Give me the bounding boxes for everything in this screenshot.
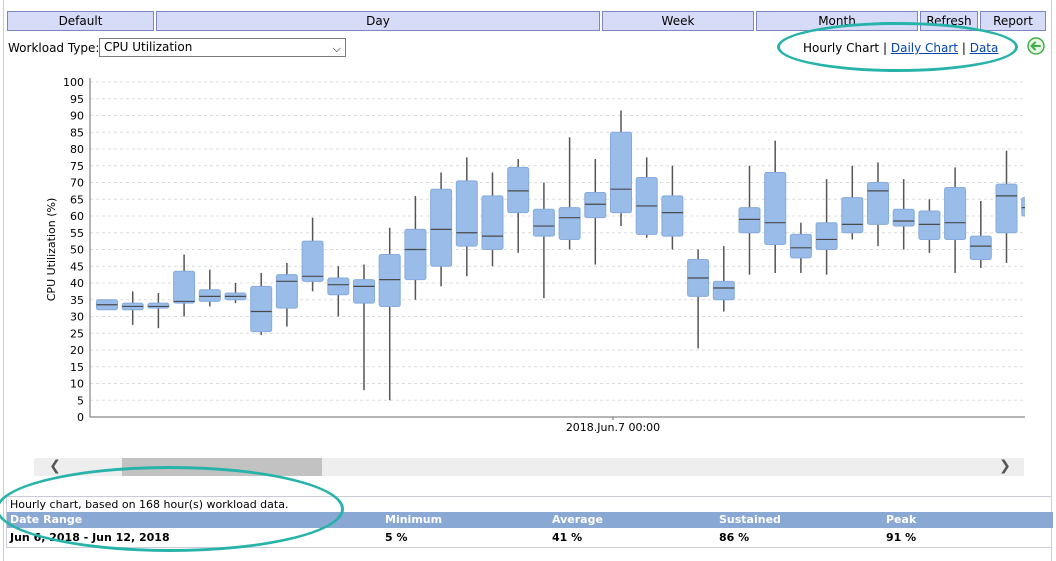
y-tick-label: 50: [70, 244, 84, 257]
box-body: [353, 279, 375, 304]
workload-window: Default Day Week Month Refresh Report Wo…: [0, 0, 1056, 561]
chevron-left-icon[interactable]: ❮: [46, 458, 64, 476]
window-border-left: [3, 0, 4, 561]
box-body: [918, 210, 941, 240]
box-body: [995, 183, 1018, 234]
box-body: [661, 195, 684, 237]
scrollbar-thumb[interactable]: [122, 458, 322, 476]
box-body: [301, 240, 324, 282]
cell-date-range: Jun 6, 2018 - Jun 12, 2018: [10, 531, 170, 544]
y-tick-label: 95: [70, 93, 84, 106]
box-body: [198, 289, 221, 302]
y-tick-label: 60: [70, 210, 84, 223]
y-tick-label: 5: [77, 394, 84, 407]
tab-week[interactable]: Week: [602, 11, 754, 31]
box-body: [892, 208, 915, 227]
column-date-range: Date Range: [10, 513, 83, 526]
workload-type-value: CPU Utilization: [104, 40, 193, 54]
y-tick-label: 75: [70, 160, 84, 173]
box-body: [250, 285, 273, 333]
box-body: [532, 208, 555, 237]
tab-month[interactable]: Month: [756, 11, 918, 31]
chart-view-links: Hourly Chart | Daily Chart | Data: [803, 41, 998, 55]
y-tick-label: 85: [70, 126, 84, 139]
cell-minimum: 5 %: [385, 531, 408, 544]
box-body: [558, 207, 581, 240]
y-tick-label: 100: [63, 76, 84, 89]
y-tick-label: 70: [70, 177, 84, 190]
column-peak: Peak: [886, 513, 917, 526]
y-tick-label: 15: [70, 361, 84, 374]
summary-caption: Hourly chart, based on 168 hour(s) workl…: [10, 498, 289, 511]
column-sustained: Sustained: [719, 513, 781, 526]
box-body: [430, 188, 453, 267]
box-body: [147, 302, 170, 309]
y-tick-label: 55: [70, 227, 84, 240]
box-body: [173, 270, 196, 304]
y-tick-label: 20: [70, 344, 84, 357]
box-body: [738, 207, 761, 234]
data-link[interactable]: Data: [970, 41, 999, 55]
summary-table-header: Date Range Minimum Average Sustained Pea…: [7, 512, 1053, 528]
box-body: [1021, 197, 1025, 217]
box-body: [455, 180, 478, 247]
x-tick-label: 2018.Jun.7 00:00: [566, 421, 660, 434]
chevron-down-icon: ⌵: [332, 42, 341, 55]
box-body: [327, 277, 350, 296]
workload-type-select[interactable]: CPU Utilization ⌵: [99, 38, 346, 57]
tab-default[interactable]: Default: [7, 11, 154, 31]
box-body: [404, 228, 427, 281]
hourly-chart-label: Hourly Chart: [803, 41, 880, 55]
y-tick-label: 25: [70, 327, 84, 340]
y-tick-label: 0: [77, 411, 84, 424]
box-body: [789, 233, 812, 259]
box-body: [507, 166, 530, 214]
y-tick-label: 65: [70, 193, 84, 206]
refresh-button[interactable]: Refresh: [920, 11, 978, 31]
box-body: [944, 187, 967, 240]
cell-average: 41 %: [552, 531, 583, 544]
y-tick-label: 35: [70, 294, 84, 307]
window-border-right: [1051, 0, 1052, 561]
column-average: Average: [552, 513, 603, 526]
chart-horizontal-scrollbar[interactable]: ❮ ❯: [34, 458, 1024, 476]
y-tick-label: 30: [70, 311, 84, 324]
cell-peak: 91 %: [886, 531, 917, 544]
y-tick-label: 40: [70, 277, 84, 290]
hourly-boxplot-chart: 0 5 10 15 20 25 30 35 40 45 50 55 60 65 70 75 80 85 90 95 10…: [33, 57, 1025, 457]
workload-type-label: Workload Type:: [8, 41, 100, 55]
y-tick-label: 90: [70, 110, 84, 123]
link-separator: |: [961, 41, 966, 55]
box-body: [841, 197, 864, 234]
box-body: [584, 192, 607, 219]
table-row: Jun 6, 2018 - Jun 12, 2018 5 % 41 % 86 %…: [7, 530, 1053, 547]
box-body: [275, 274, 298, 309]
y-tick-label: 80: [70, 143, 84, 156]
box-body: [481, 195, 504, 250]
link-separator: |: [882, 41, 888, 55]
box-body: [764, 171, 787, 245]
chevron-right-icon[interactable]: ❯: [996, 458, 1014, 476]
box-body: [610, 131, 632, 214]
y-tick-label: 10: [70, 378, 84, 391]
box-body: [867, 182, 889, 225]
box-body: [969, 235, 992, 261]
cell-sustained: 86 %: [719, 531, 750, 544]
report-button[interactable]: Report: [980, 11, 1046, 31]
box-body: [712, 280, 735, 301]
tab-day[interactable]: Day: [156, 11, 600, 31]
back-arrow-icon[interactable]: [1027, 37, 1045, 55]
summary-panel: Hourly chart, based on 168 hour(s) workl…: [6, 496, 1053, 548]
chart-canvas: 0 5 10 15 20 25 30 35 40 45 50 55 60 65 70 75 80 85 90 95 10…: [45, 76, 1025, 434]
box-body: [815, 222, 838, 250]
column-minimum: Minimum: [385, 513, 443, 526]
y-tick-label: 45: [70, 260, 84, 273]
box-body: [378, 254, 401, 307]
daily-chart-link[interactable]: Daily Chart: [891, 41, 958, 55]
y-axis-title: CPU Utilization (%): [45, 198, 58, 302]
